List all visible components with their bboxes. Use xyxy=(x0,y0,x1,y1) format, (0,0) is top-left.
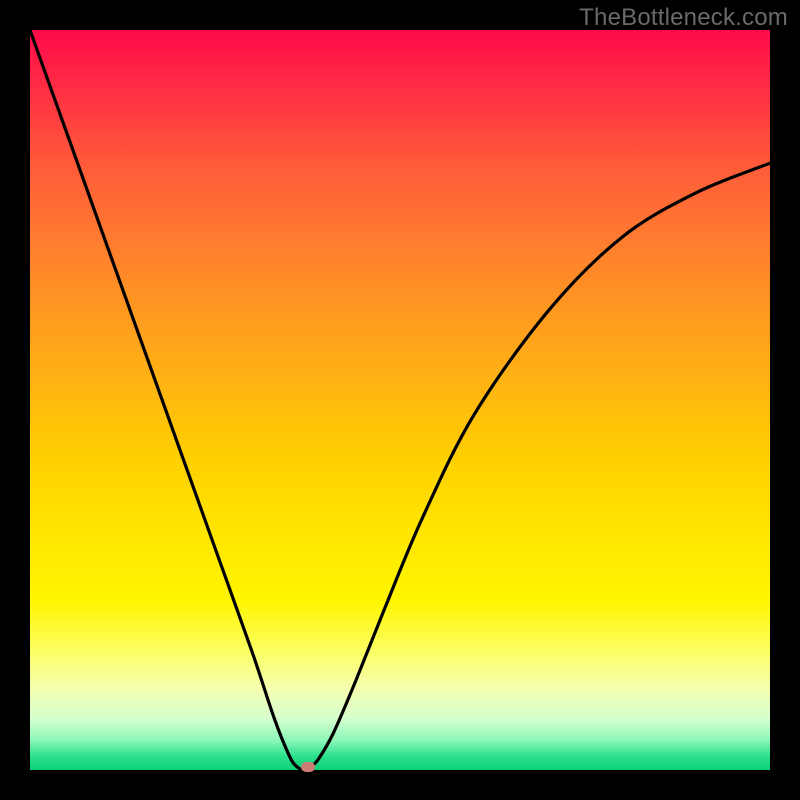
curve-line xyxy=(30,30,770,770)
optimal-point-marker xyxy=(301,762,315,772)
plot-area xyxy=(30,30,770,770)
watermark-text: TheBottleneck.com xyxy=(579,4,788,32)
chart-frame: TheBottleneck.com xyxy=(0,0,800,800)
bottleneck-curve xyxy=(30,30,770,770)
